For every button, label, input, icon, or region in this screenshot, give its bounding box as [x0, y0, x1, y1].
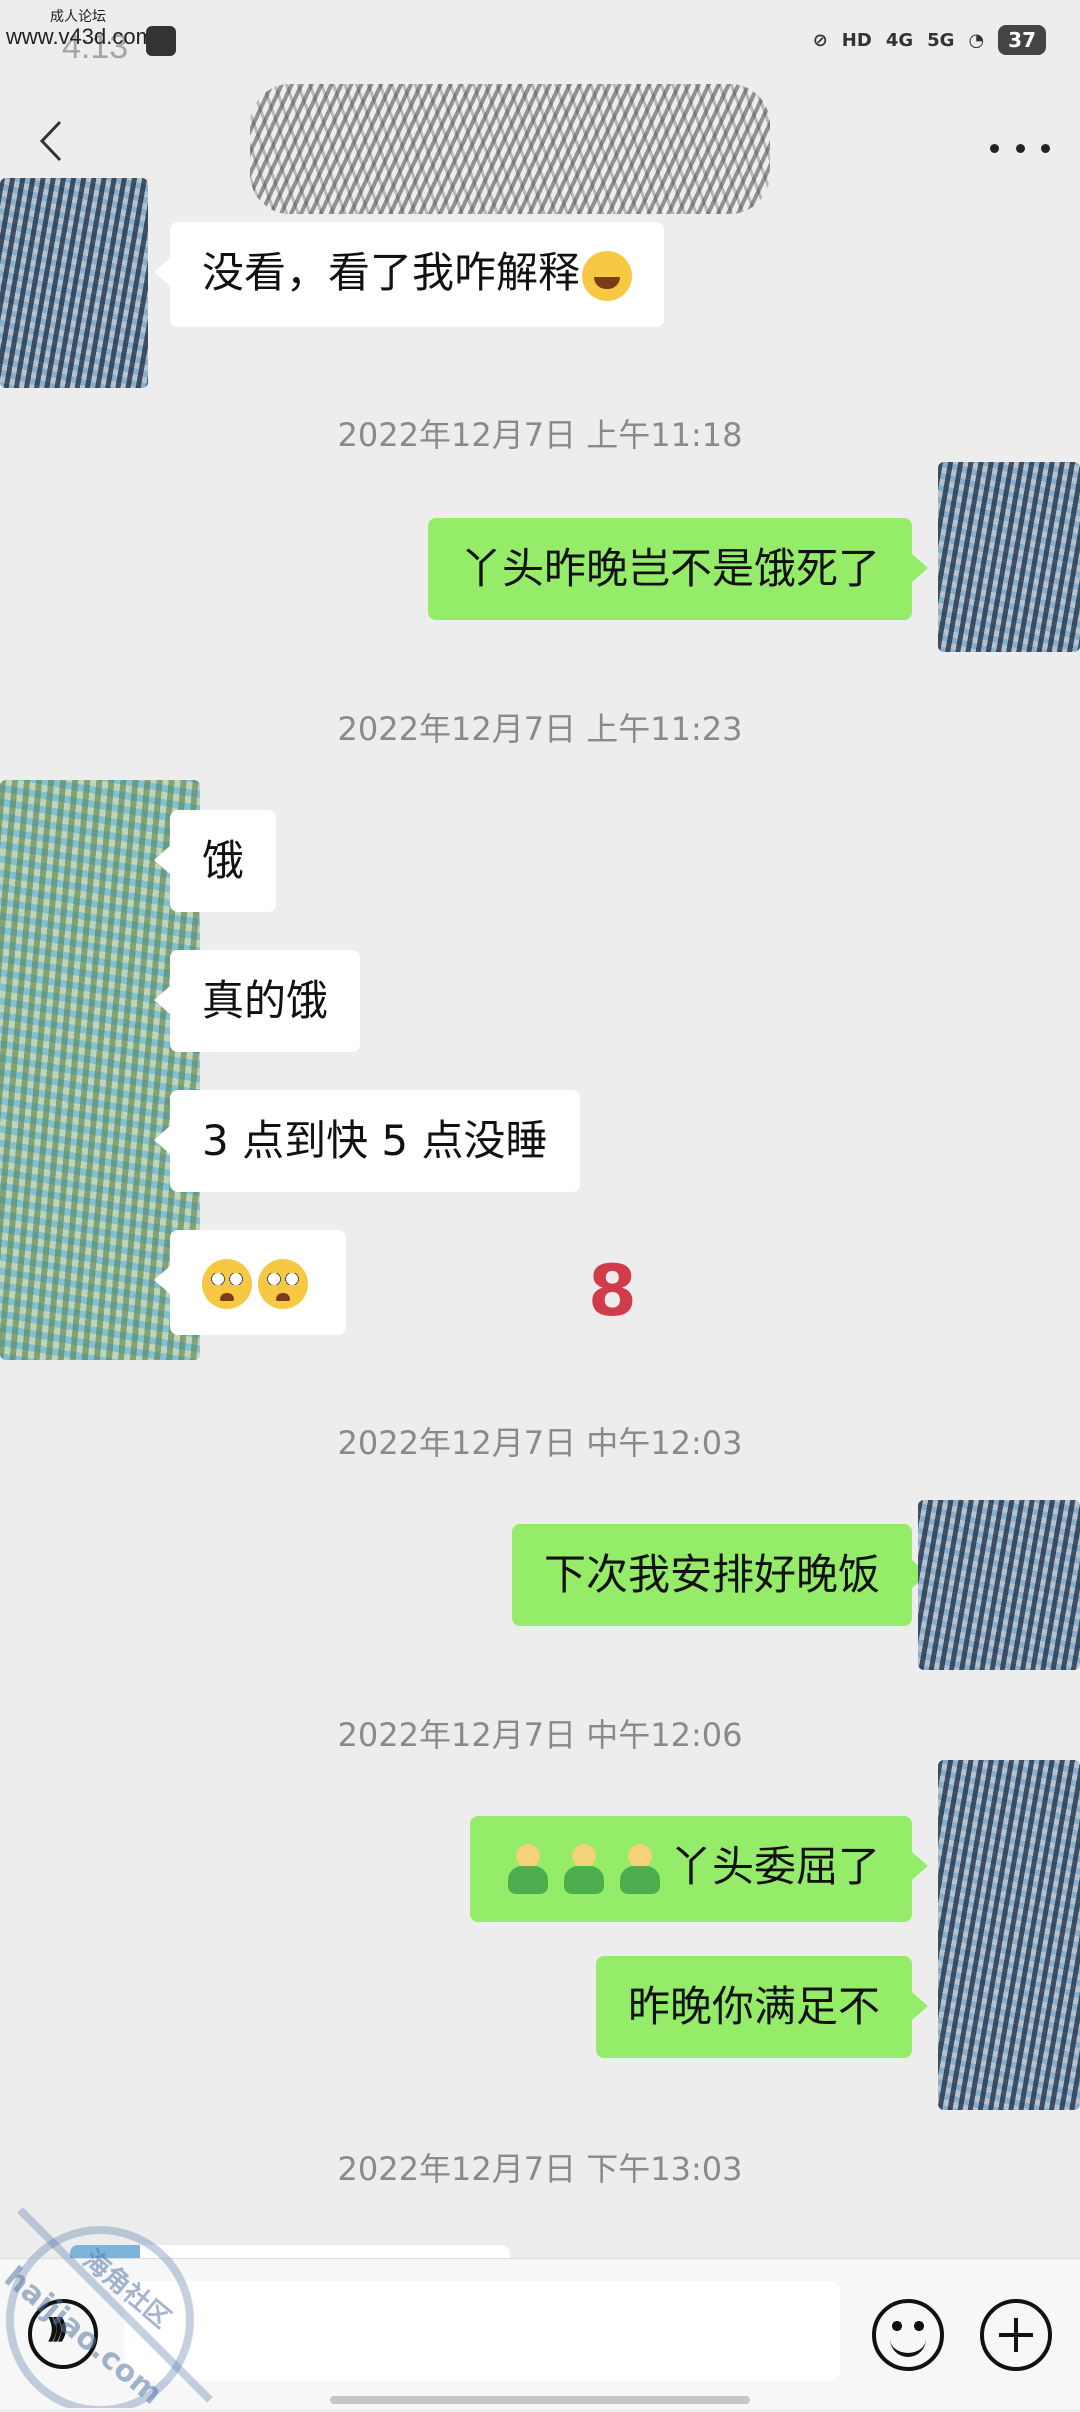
message-bubble-outgoing[interactable]: 昨晚你满足不 [595, 1956, 929, 2058]
watermark-top-label: 成人论坛 [50, 9, 106, 25]
laugh-cry-emoji-icon [582, 250, 633, 301]
home-indicator [330, 2396, 750, 2404]
message-text: 昨晚你满足不 [627, 1982, 880, 2031]
status-time: 4:13 [62, 28, 129, 66]
message-text: 没看，看了我咋解释 [202, 248, 581, 297]
more-options-button[interactable] [990, 138, 1050, 158]
message-timestamp: 2022年12月7日 下午13:03 [337, 2150, 743, 2188]
doll-emoji-icon [502, 1843, 554, 1896]
plus-icon[interactable] [980, 2299, 1052, 2371]
message-bubble-outgoing[interactable]: 丫头委屈了 [469, 1816, 929, 1922]
message-text: 3 点到快 5 点没睡 [202, 1116, 548, 1165]
back-button[interactable] [30, 116, 80, 166]
message-bubble-incoming[interactable]: 真的饿 [153, 950, 361, 1052]
chevron-left-icon [39, 120, 62, 162]
self-avatar[interactable] [938, 1760, 1080, 2110]
crying-face-icon [202, 1258, 252, 1309]
battery-indicator: 37 [998, 25, 1046, 55]
message-bubble-incoming[interactable]: 饿 [153, 810, 277, 912]
wifi-icon: ◔ [968, 29, 985, 51]
message-bubble-outgoing[interactable]: 下次我安排好晚饭 [511, 1524, 929, 1626]
overlay-mark: 8 [588, 1250, 637, 1332]
app-notification-icon [146, 26, 176, 56]
contact-avatar[interactable] [0, 178, 148, 388]
message-bubble-incoming[interactable] [154, 1230, 346, 1335]
doll-emoji-icon [614, 1843, 666, 1896]
message-input[interactable] [124, 2281, 840, 2381]
message-timestamp: 2022年12月7日 上午11:18 [337, 416, 743, 454]
smiley-icon[interactable] [872, 2299, 944, 2371]
message-timestamp: 2022年12月7日 中午12:06 [337, 1716, 743, 1754]
message-text: 真的饿 [202, 976, 329, 1025]
message-text: 丫头委屈了 [669, 1842, 880, 1891]
message-bubble-outgoing[interactable]: 丫头昨晚岂不是饿死了 [427, 518, 929, 620]
message-timestamp: 2022年12月7日 上午11:23 [337, 710, 743, 748]
more-dots-icon [990, 143, 999, 153]
silent-icon: ⊘ [812, 29, 828, 51]
self-avatar[interactable] [938, 462, 1080, 652]
self-avatar[interactable] [918, 1500, 1080, 1670]
status-bar: 成人论坛 www.v43d.com 4:13 ⊘ HD 4G 5G ◔ 37 [0, 0, 1080, 80]
signal-5g: 5G [927, 29, 955, 51]
message-bubble-incoming[interactable]: 没看，看了我咋解释 [153, 222, 665, 327]
contact-name-redacted [250, 84, 770, 214]
crying-face-icon [258, 1258, 308, 1309]
status-indicators: ⊘ HD 4G 5G ◔ 37 [813, 20, 1046, 60]
hd-label: HD [841, 29, 872, 51]
message-bubble-incoming[interactable]: 3 点到快 5 点没睡 [154, 1090, 580, 1192]
message-timestamp: 2022年12月7日 中午12:03 [337, 1424, 743, 1462]
chat-header [0, 80, 1080, 214]
doll-emoji-icon [558, 1843, 610, 1896]
message-text: 饿 [202, 836, 245, 885]
signal-4g: 4G [885, 29, 914, 51]
message-text: 丫头昨晚岂不是饿死了 [459, 544, 880, 593]
message-text: 下次我安排好晚饭 [543, 1550, 880, 1599]
